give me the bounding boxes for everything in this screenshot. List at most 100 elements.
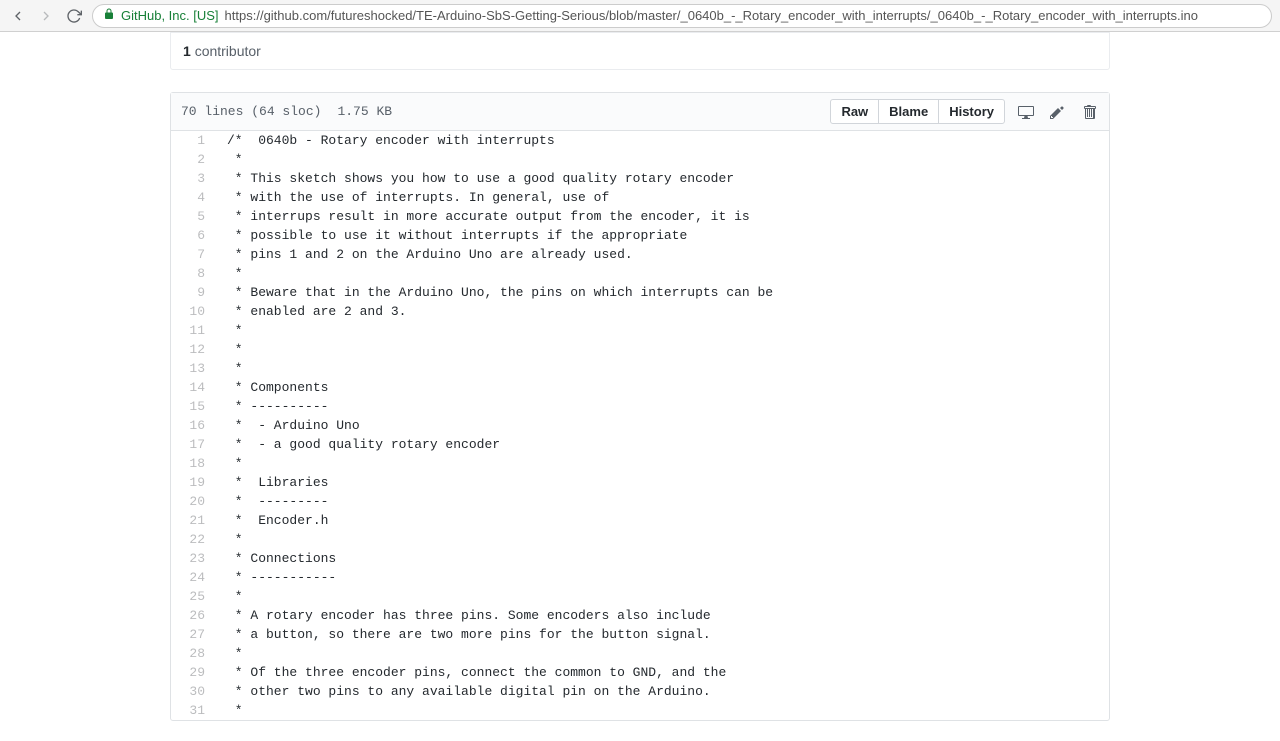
code-line: * [215,264,1109,283]
code-row: 3 * This sketch shows you how to use a g… [171,169,1109,188]
code-row: 16 * - Arduino Uno [171,416,1109,435]
code-row: 17 * - a good quality rotary encoder [171,435,1109,454]
line-number[interactable]: 18 [171,454,215,473]
line-number[interactable]: 8 [171,264,215,283]
line-number[interactable]: 3 [171,169,215,188]
code-row: 4 * with the use of interrupts. In gener… [171,188,1109,207]
code-line: * ---------- [215,397,1109,416]
history-button[interactable]: History [938,99,1005,124]
line-number[interactable]: 28 [171,644,215,663]
code-row: 26 * A rotary encoder has three pins. So… [171,606,1109,625]
code-row: 13 * [171,359,1109,378]
desktop-icon[interactable] [1017,103,1035,121]
code-row: 28 * [171,644,1109,663]
line-number[interactable]: 2 [171,150,215,169]
line-number[interactable]: 12 [171,340,215,359]
url-org: GitHub, Inc. [US] [121,8,219,23]
line-number[interactable]: 10 [171,302,215,321]
file-icon-actions [1017,103,1099,121]
line-number[interactable]: 9 [171,283,215,302]
code-row: 6 * possible to use it without interrupt… [171,226,1109,245]
url-path: https://github.com/futureshocked/TE-Ardu… [225,8,1198,23]
code-row: 12 * [171,340,1109,359]
line-number[interactable]: 1 [171,131,215,150]
code-line: * possible to use it without interrupts … [215,226,1109,245]
line-number[interactable]: 5 [171,207,215,226]
code-row: 25 * [171,587,1109,606]
line-number[interactable]: 13 [171,359,215,378]
file-size: 1.75 KB [337,104,392,119]
code-line: * Components [215,378,1109,397]
code-row: 1/* 0640b - Rotary encoder with interrup… [171,131,1109,150]
line-number[interactable]: 16 [171,416,215,435]
line-number[interactable]: 20 [171,492,215,511]
line-number[interactable]: 30 [171,682,215,701]
view-mode-buttons: Raw Blame History [830,99,1005,124]
contributors-bar: 1 contributor [170,32,1110,70]
line-number[interactable]: 19 [171,473,215,492]
line-number[interactable]: 4 [171,188,215,207]
code-line: * Connections [215,549,1109,568]
code-line: * Encoder.h [215,511,1109,530]
code-line: * ----------- [215,568,1109,587]
code-row: 9 * Beware that in the Arduino Uno, the … [171,283,1109,302]
reload-button[interactable] [64,6,84,26]
line-number[interactable]: 24 [171,568,215,587]
code-line: * --------- [215,492,1109,511]
code-row: 27 * a button, so there are two more pin… [171,625,1109,644]
back-button[interactable] [8,6,28,26]
code-line: * [215,359,1109,378]
code-line: * - Arduino Uno [215,416,1109,435]
line-number[interactable]: 31 [171,701,215,720]
line-number[interactable]: 23 [171,549,215,568]
code-line: * Of the three encoder pins, connect the… [215,663,1109,682]
line-number[interactable]: 25 [171,587,215,606]
file-lines: 70 lines (64 sloc) [181,104,321,119]
code-line: * [215,701,1109,720]
line-number[interactable]: 7 [171,245,215,264]
line-number[interactable]: 29 [171,663,215,682]
line-number[interactable]: 22 [171,530,215,549]
code-row: 7 * pins 1 and 2 on the Arduino Uno are … [171,245,1109,264]
file-meta: 70 lines (64 sloc) 1.75 KB [181,104,392,119]
line-number[interactable]: 15 [171,397,215,416]
raw-button[interactable]: Raw [830,99,879,124]
code-row: 22 * [171,530,1109,549]
code-row: 10 * enabled are 2 and 3. [171,302,1109,321]
code-row: 11 * [171,321,1109,340]
code-row: 15 * ---------- [171,397,1109,416]
line-number[interactable]: 17 [171,435,215,454]
code-table: 1/* 0640b - Rotary encoder with interrup… [171,131,1109,720]
line-number[interactable]: 21 [171,511,215,530]
code-line: * [215,644,1109,663]
code-row: 29 * Of the three encoder pins, connect … [171,663,1109,682]
contributors-label: contributor [195,43,261,59]
code-row: 24 * ----------- [171,568,1109,587]
code-row: 31 * [171,701,1109,720]
address-bar[interactable]: GitHub, Inc. [US] https://github.com/fut… [92,4,1272,28]
line-number[interactable]: 26 [171,606,215,625]
code-row: 19 * Libraries [171,473,1109,492]
forward-button[interactable] [36,6,56,26]
pencil-icon[interactable] [1049,103,1067,121]
code-row: 2 * [171,150,1109,169]
code-row: 20 * --------- [171,492,1109,511]
code-line: * interrups result in more accurate outp… [215,207,1109,226]
line-number[interactable]: 6 [171,226,215,245]
blame-button[interactable]: Blame [878,99,939,124]
line-number[interactable]: 14 [171,378,215,397]
browser-toolbar: GitHub, Inc. [US] https://github.com/fut… [0,0,1280,32]
code-line: * [215,150,1109,169]
code-line: * a button, so there are two more pins f… [215,625,1109,644]
code-line: * This sketch shows you how to use a goo… [215,169,1109,188]
line-number[interactable]: 11 [171,321,215,340]
code-row: 5 * interrups result in more accurate ou… [171,207,1109,226]
code-row: 21 * Encoder.h [171,511,1109,530]
code-row: 14 * Components [171,378,1109,397]
line-number[interactable]: 27 [171,625,215,644]
contributors-count: 1 [183,43,191,59]
code-line: * pins 1 and 2 on the Arduino Uno are al… [215,245,1109,264]
trash-icon[interactable] [1081,103,1099,121]
code-row: 23 * Connections [171,549,1109,568]
code-line: * with the use of interrupts. In general… [215,188,1109,207]
